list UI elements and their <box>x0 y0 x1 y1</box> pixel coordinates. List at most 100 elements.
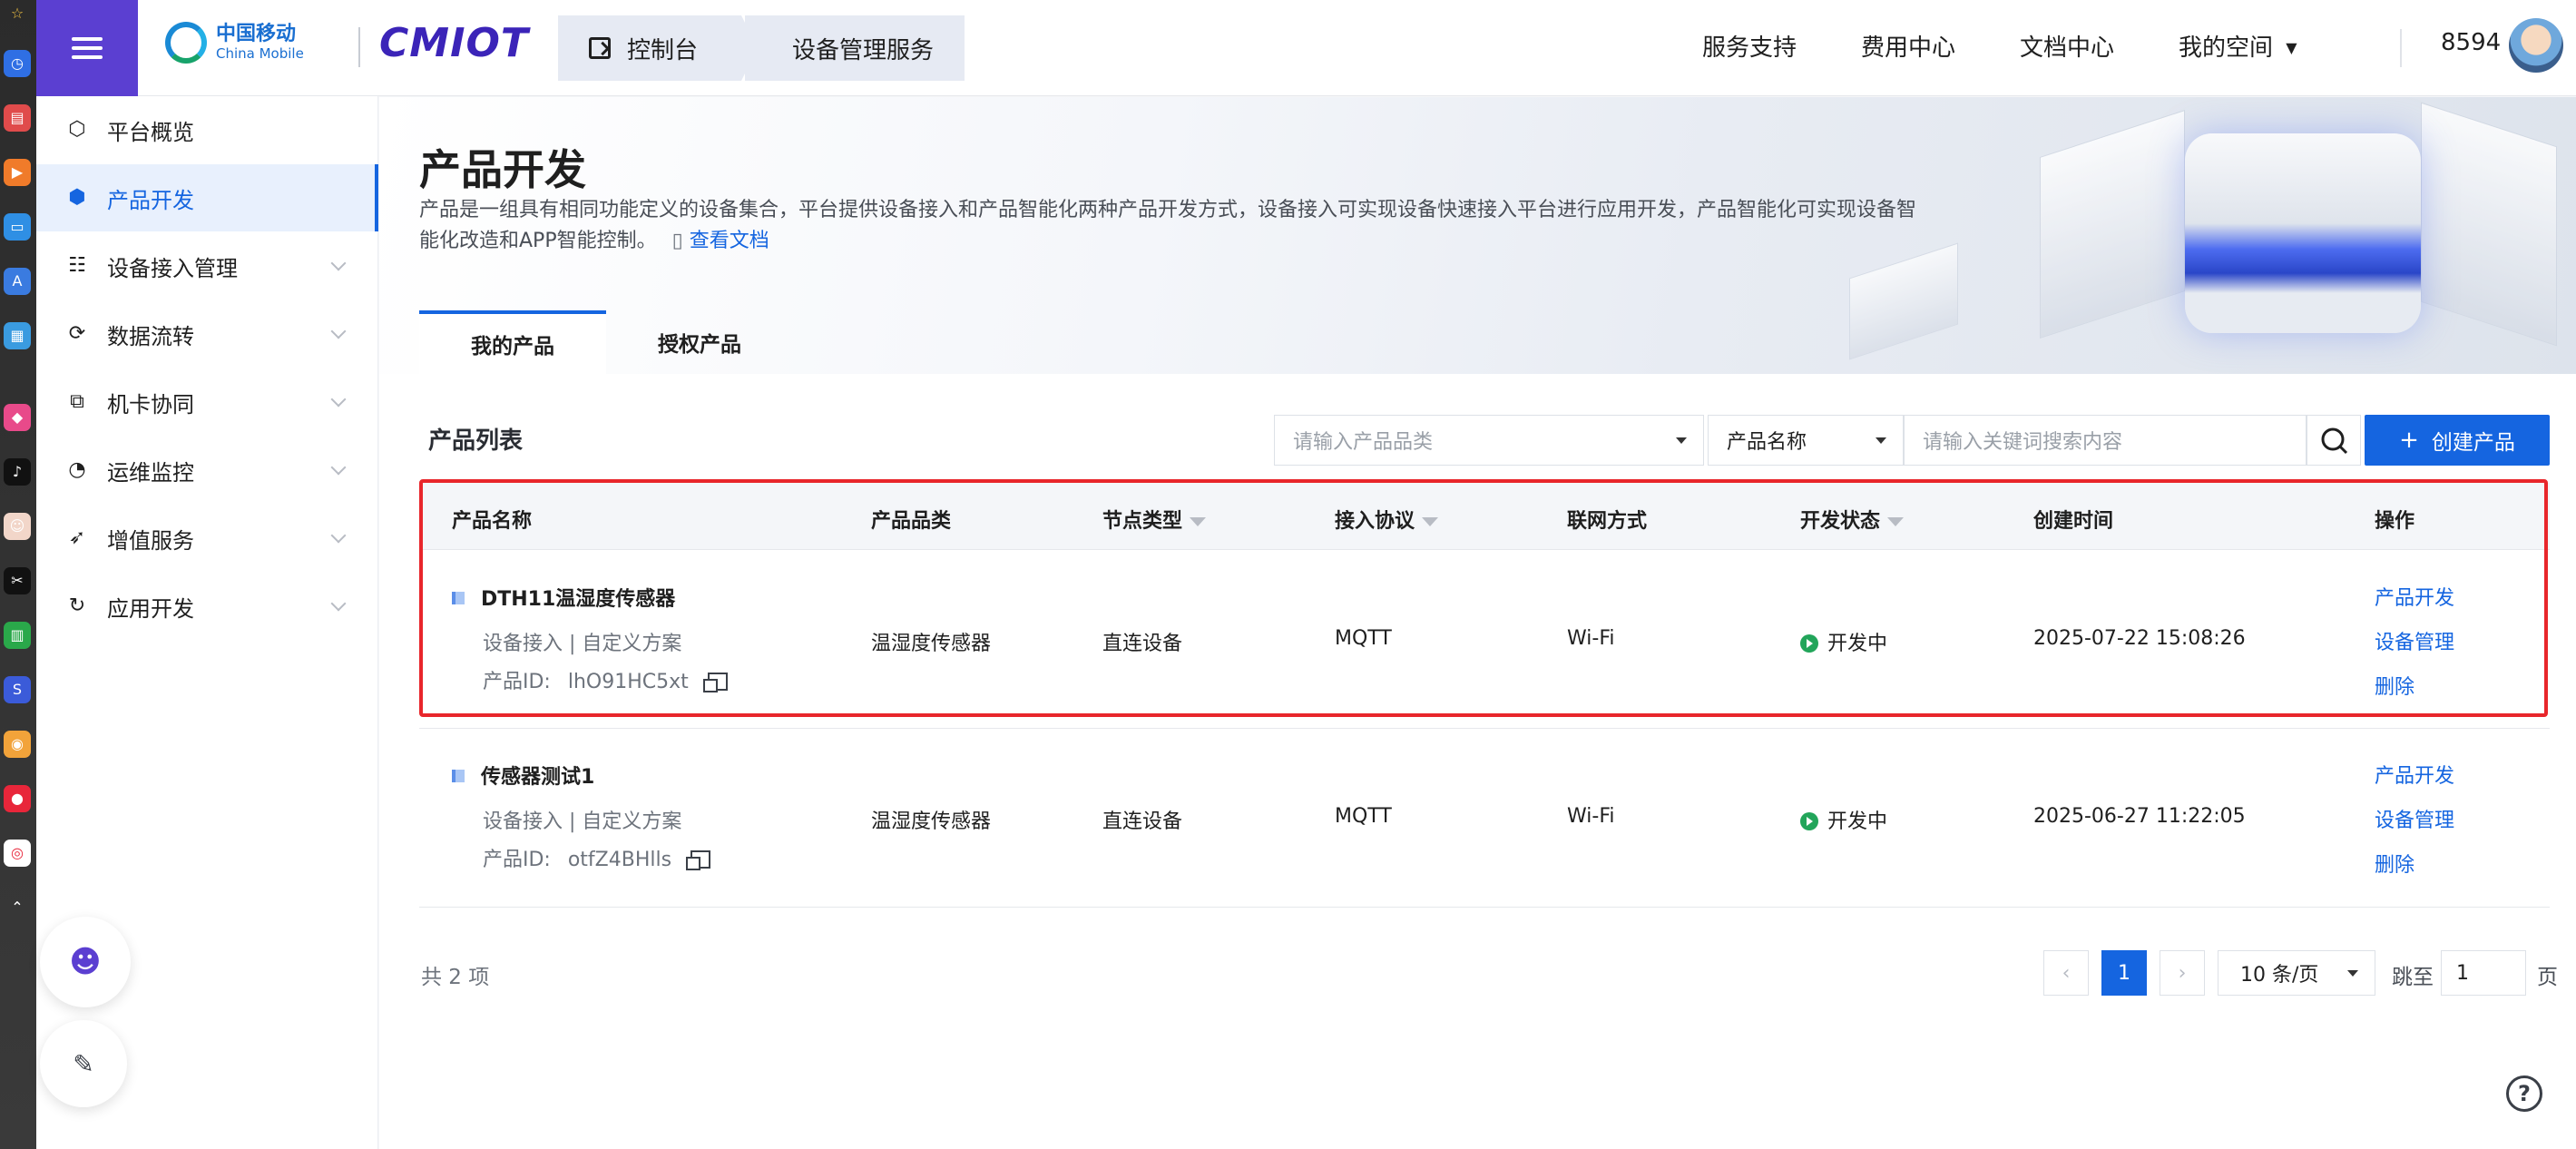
monitor-app-icon[interactable]: ▭ <box>4 213 31 241</box>
user-id[interactable]: 8594 <box>2441 29 2501 56</box>
banner-decor-block <box>2421 102 2557 347</box>
page-suffix: 页 <box>2537 966 2558 989</box>
chevron-down-icon <box>330 595 347 612</box>
sidebar-item-monitoring[interactable]: ◔ 运维监控 <box>36 437 378 504</box>
sidebar-item-data-flow[interactable]: ⟳ 数据流转 <box>36 300 378 368</box>
tiktok-icon[interactable]: ♪ <box>4 458 31 486</box>
tab-my-products[interactable]: 我的产品 <box>419 310 606 374</box>
play-status-icon <box>1800 812 1818 830</box>
page-button-1[interactable]: 1 <box>2101 950 2147 996</box>
node-type: 直连设备 <box>1102 810 1183 833</box>
product-tags: 设备接入 | 自定义方案 <box>483 810 682 833</box>
table-row: DTH11温湿度传感器 设备接入 | 自定义方案 产品ID: lhO91HC5x… <box>419 551 2550 729</box>
tab-authorized-products[interactable]: 授权产品 <box>606 310 793 374</box>
network: Wi-Fi <box>1567 805 1615 828</box>
user-avatar[interactable] <box>2509 18 2563 73</box>
copy-icon[interactable] <box>702 673 728 692</box>
create-product-button[interactable]: + 创建产品 <box>2365 415 2550 466</box>
sidebar-item-label: 产品开发 <box>107 187 194 213</box>
chevron-down-icon <box>330 323 347 339</box>
product-category: 温湿度传感器 <box>871 633 992 655</box>
sidebar-item-sim-card[interactable]: ⧉ 机卡协同 <box>36 368 378 436</box>
created-time: 2025-06-27 11:22:05 <box>2033 805 2246 828</box>
hamburger-icon <box>72 32 103 64</box>
jump-page-input[interactable]: 1 <box>2441 950 2526 996</box>
jump-label: 跳至 <box>2392 966 2434 989</box>
col-node-type[interactable]: 节点类型 <box>1102 505 1207 534</box>
filter-icon[interactable] <box>1422 517 1439 526</box>
game-app-icon[interactable]: ◆ <box>4 404 31 431</box>
action-device-manage[interactable]: 设备管理 <box>2375 804 2454 833</box>
nav-support[interactable]: 服务支持 <box>1702 29 1797 63</box>
filter-icon[interactable] <box>1190 517 1207 526</box>
monitor-icon: ◔ <box>68 458 86 481</box>
translate-icon[interactable]: A <box>4 268 31 295</box>
table-row: 传感器测试1 设备接入 | 自定义方案 产品ID: otfZ4BHlls 温湿度… <box>419 730 2550 908</box>
list-title: 产品列表 <box>428 427 524 455</box>
action-delete[interactable]: 删除 <box>2375 671 2414 700</box>
page-description-text: 产品是一组具有相同功能定义的设备集合，平台提供设备接入和产品智能化两种产品开发方… <box>419 199 1917 252</box>
nav-docs[interactable]: 文档中心 <box>2020 29 2114 63</box>
sidebar-item-device-access[interactable]: ☷ 设备接入管理 <box>36 232 378 300</box>
xiaohongshu-icon[interactable]: ● <box>4 785 31 812</box>
capcut-icon[interactable]: ✂ <box>4 567 31 594</box>
breadcrumb-device-service[interactable]: 设备管理服务 <box>741 15 965 81</box>
filter-icon[interactable] <box>1887 517 1905 526</box>
caret-down-icon <box>1876 437 1886 444</box>
data-flow-icon: ⟳ <box>68 322 86 345</box>
sidebar-item-product-dev[interactable]: ⬢ 产品开发 <box>36 164 378 231</box>
nav-billing[interactable]: 费用中心 <box>1861 29 1955 63</box>
search-field-select[interactable]: 产品名称 <box>1708 415 1904 466</box>
sidebar-item-app-dev[interactable]: ↻ 应用开发 <box>36 573 378 640</box>
search-icon <box>2321 427 2348 455</box>
notes-app-icon[interactable]: ▦ <box>4 322 31 349</box>
product-name[interactable]: 传感器测试1 <box>452 761 594 790</box>
search-button[interactable] <box>2307 415 2361 466</box>
menu-button[interactable] <box>36 0 138 96</box>
assistant-robot-button[interactable]: ☻ <box>40 917 131 1007</box>
prev-page-button[interactable]: ‹ <box>2043 950 2089 996</box>
nav-my-space[interactable]: 我的空间 ▼ <box>2179 29 2297 63</box>
clock-icon[interactable]: ◷ <box>4 50 31 77</box>
chevron-up-icon[interactable]: ⌃ <box>4 894 31 921</box>
sidebar-item-label: 数据流转 <box>107 323 194 349</box>
sidebar-item-overview[interactable]: ⬡ 平台概览 <box>36 96 378 163</box>
action-product-dev[interactable]: 产品开发 <box>2375 582 2454 611</box>
status-text: 开发中 <box>1827 633 1888 655</box>
banner-chip-illustration <box>2185 133 2421 333</box>
action-product-dev[interactable]: 产品开发 <box>2375 760 2454 789</box>
page-size-select[interactable]: 10 条/页 <box>2218 950 2375 996</box>
app-s-icon[interactable]: S <box>4 676 31 703</box>
weibo-icon[interactable]: ◎ <box>4 840 31 867</box>
col-status-label: 开发状态 <box>1800 510 1881 533</box>
video-icon[interactable]: ▶ <box>4 159 31 186</box>
feedback-button[interactable]: ✎ <box>40 1020 127 1107</box>
action-delete[interactable]: 删除 <box>2375 849 2414 878</box>
category-select[interactable]: 请输入产品品类 <box>1274 415 1704 466</box>
product-name[interactable]: DTH11温湿度传感器 <box>452 583 675 612</box>
breadcrumb-console[interactable]: 控制台 <box>558 15 759 81</box>
avatar-app-icon[interactable]: ☺ <box>4 513 31 540</box>
action-device-manage[interactable]: 设备管理 <box>2375 626 2454 655</box>
next-page-button[interactable]: › <box>2160 950 2205 996</box>
pdf-icon[interactable]: ▤ <box>4 104 31 132</box>
product-id-label: 产品ID: <box>483 849 551 871</box>
help-icon[interactable]: ? <box>2506 1075 2542 1112</box>
copy-icon[interactable] <box>686 850 711 870</box>
china-mobile-logo[interactable]: 中国移动 China Mobile <box>165 22 304 64</box>
china-mobile-mark-icon <box>165 22 207 64</box>
col-protocol[interactable]: 接入协议 <box>1335 505 1439 534</box>
map-app-icon[interactable]: ◉ <box>4 731 31 758</box>
col-network: 联网方式 <box>1567 510 1648 533</box>
star-icon[interactable]: ☆ <box>4 0 31 27</box>
col-status[interactable]: 开发状态 <box>1800 505 1905 534</box>
chart-app-icon[interactable]: ▥ <box>4 622 31 649</box>
note-edit-icon: ✎ <box>73 1048 94 1079</box>
product-name-text: DTH11温湿度传感器 <box>481 588 676 611</box>
col-created: 创建时间 <box>2033 510 2114 533</box>
keyword-search-input[interactable]: 请输入关键词搜索内容 <box>1904 415 2307 466</box>
sidebar-item-label: 运维监控 <box>107 459 194 486</box>
view-docs-link[interactable]: 查看文档 <box>690 230 769 252</box>
cmiot-logo[interactable]: CMIOT <box>379 20 529 66</box>
sidebar-item-value-added[interactable]: ➶ 增值服务 <box>36 505 378 572</box>
